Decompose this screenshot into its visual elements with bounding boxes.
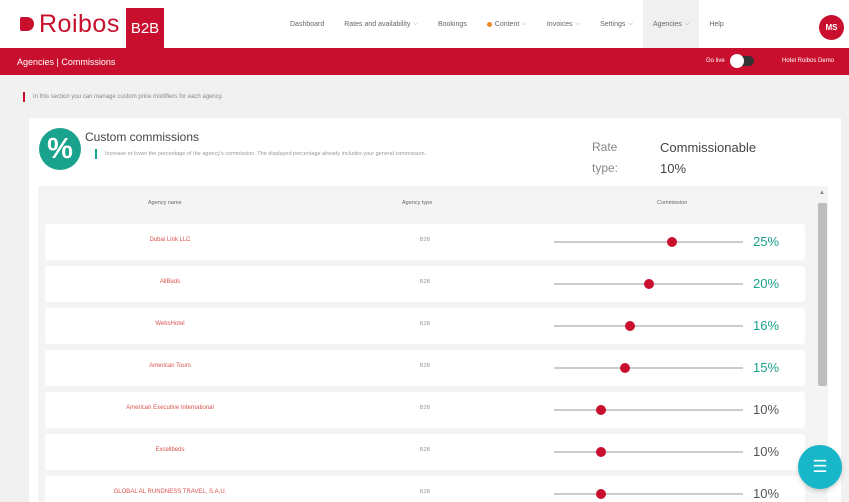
nav-item-settings[interactable]: Settings ⌵ [590,0,643,48]
agency-type: B2B [419,489,431,495]
header-agency-name: Agency name [148,200,182,206]
avatar[interactable]: MS [819,15,844,40]
commission-slider[interactable] [554,237,743,247]
header-commission: Commission [657,200,688,206]
nav-item-invoices[interactable]: Invoices ⌵ [537,0,590,48]
commission-value: 10% [753,486,780,501]
hotel-selector[interactable]: Hotel Roibos Demo [782,58,834,64]
nav-item-label: Settings [600,20,626,28]
go-live-label: Go live [706,58,725,64]
nav-item-label: Agencies [652,20,682,28]
commission-slider[interactable] [554,321,743,331]
commission-value: 10% [753,444,780,459]
table-row: American Executive International B2B 10% [45,392,805,428]
slider-thumb[interactable] [643,279,654,289]
commission-slider[interactable] [554,447,743,457]
agency-name[interactable]: GLOBAL AL RUNDNESS TRAVEL, S.A.U. [45,489,295,495]
table-row: AllBeds B2B 20% [45,266,805,302]
nav-item-label: Rates and availability [344,20,411,28]
go-live-toggle[interactable] [729,54,754,68]
nav-item-label: Bookings [437,20,467,28]
nav-item-bookings[interactable]: Bookings [428,0,477,48]
chevron-down-icon: ⌵ [628,20,633,27]
agency-type: B2B [419,237,431,243]
chevron-down-icon: ⌵ [684,20,690,27]
commission-slider[interactable] [554,405,743,415]
agency-type: B2B [419,363,431,369]
rate-type-label: Rate type: [592,140,619,175]
rate-type-percent: 10% [660,161,687,176]
nav-item-label: Dashboard [290,20,325,28]
nav-item-help[interactable]: Help [699,0,733,48]
commission-value: 15% [753,360,780,375]
table-row: Dubai Link LLC B2B 25% [45,224,805,260]
floating-menu-button[interactable]: ☰ [798,445,842,489]
commission-value: 25% [753,234,780,249]
slider-thumb[interactable] [667,237,678,247]
nav-item-rates-and-availability[interactable]: Rates and availability ⌵ [334,0,428,48]
nav-item-agencies[interactable]: Agencies ⌵ [642,0,700,48]
agency-name[interactable]: AllBeds [45,279,295,285]
list-icon: ☰ [812,457,828,476]
agency-type: B2B [419,447,431,453]
slider-thumb[interactable] [596,405,607,415]
breadcrumb: Agencies | Commissions [17,56,116,67]
agency-name[interactable]: Dubai Link LLC [45,237,295,243]
notification-dot-icon [486,21,492,27]
slider-thumb[interactable] [624,321,635,331]
nav-item-dashboard[interactable]: Dashboard [280,0,334,48]
commission-slider[interactable] [554,279,743,289]
table-row: American Tours B2B 15% [45,350,805,386]
rate-type-value: Commissionable 10% [660,137,756,179]
section-info: In this section you can manage custom pr… [23,92,223,102]
agency-type: B2B [419,321,431,327]
scroll-up-icon[interactable]: ▲ [819,190,825,196]
nav-item-label: Help [709,20,724,28]
chevron-down-icon: ⌵ [413,20,418,27]
commission-value: 16% [753,318,780,333]
agency-type: B2B [419,405,431,411]
nav-menu: Dashboard Rates and availability ⌵ Bookings… [280,0,734,48]
commission-value: 20% [753,276,780,291]
scrollbar-thumb[interactable] [818,203,827,386]
commission-slider[interactable] [554,363,743,373]
agency-name[interactable]: American Executive International [45,405,295,411]
agency-name[interactable]: American Tours [45,363,295,369]
table-row: GLOBAL AL RUNDNESS TRAVEL, S.A.U. B2B 10% [45,476,805,502]
rate-type-name: Commissionable [660,140,757,155]
toggle-knob [729,54,744,68]
logo-text: Roibos [39,9,120,38]
chevron-down-icon: ⌵ [522,20,527,27]
logo[interactable]: Roibos B2B [20,0,165,48]
chevron-down-icon: ⌵ [575,20,581,27]
card-description: Increase or lower the percentage of the … [95,149,545,159]
agency-name[interactable]: Excellbeds [45,447,295,453]
nav-item-label: Content [494,20,520,28]
subheader-bar: Agencies | Commissions Go live Hotel Roi… [0,48,849,75]
table-header: Agency name Agency type Commission [38,200,810,212]
commissions-card: % Custom commissions Increase or lower t… [29,118,841,502]
nav-item-content[interactable]: Content ⌵ [477,0,537,48]
commission-slider[interactable] [554,489,743,499]
slider-thumb[interactable] [596,489,607,499]
top-navbar: Roibos B2B Dashboard Rates and availabili… [0,0,849,48]
percent-icon: % [39,128,81,170]
table-row: WebsHotel B2B 16% [45,308,805,344]
slider-thumb[interactable] [596,447,607,457]
agency-name[interactable]: WebsHotel [45,321,295,327]
logo-badge: B2B [125,8,165,48]
slider-thumb[interactable] [619,363,630,373]
table-row: Excellbeds B2B 10% [45,434,805,470]
header-agency-type: Agency type [402,200,433,206]
go-live-control[interactable]: Go live [706,54,754,68]
logo-mark-icon [20,17,34,31]
commission-value: 10% [753,402,780,417]
agency-type: B2B [419,279,431,285]
commissions-table: Agency name Agency type Commission Dubai… [38,186,828,502]
card-title: Custom commissions [85,130,200,144]
nav-item-label: Invoices [546,20,573,28]
